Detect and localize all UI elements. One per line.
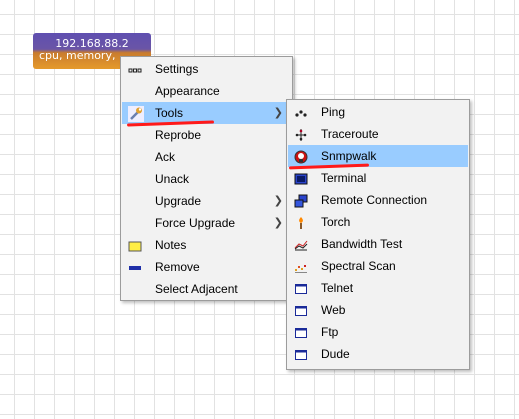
minus-icon <box>128 260 142 274</box>
submenu-item-ftp[interactable]: Ftp <box>288 321 468 343</box>
submenu-item-telnet[interactable]: Telnet <box>288 277 468 299</box>
submenu-item-label: Traceroute <box>321 127 379 141</box>
submenu-item-torch[interactable]: Torch <box>288 211 468 233</box>
menu-item-label: Notes <box>155 238 187 252</box>
menu-item-label: Upgrade <box>155 194 202 208</box>
submenu-item-ping[interactable]: Ping <box>288 101 468 123</box>
window-icon <box>294 281 308 295</box>
submenu-item-label: Ftp <box>321 325 339 339</box>
menu-item-settings[interactable]: Settings <box>122 58 291 80</box>
window-icon <box>294 325 308 339</box>
menu-item-label: Reprobe <box>155 128 202 142</box>
ping-icon <box>294 105 308 119</box>
menu-item-force-upgrade[interactable]: Force Upgrade ❯ <box>122 212 291 234</box>
menu-item-notes[interactable]: Notes <box>122 234 291 256</box>
submenu-item-web[interactable]: Web <box>288 299 468 321</box>
wrench-icon <box>128 106 144 122</box>
menu-item-unack[interactable]: Unack <box>122 168 291 190</box>
submenu-item-snmpwalk[interactable]: Snmpwalk <box>288 145 468 167</box>
submenu-item-label: Torch <box>321 215 351 229</box>
submenu-arrow-icon: ❯ <box>273 217 283 229</box>
menu-item-reprobe[interactable]: Reprobe <box>122 124 291 146</box>
menu-item-label: Unack <box>155 172 190 186</box>
dots-icon <box>128 62 142 76</box>
submenu-item-bandwidth-test[interactable]: Bandwidth Test <box>288 233 468 255</box>
window-icon <box>294 347 308 361</box>
menu-item-remove[interactable]: Remove <box>122 256 291 278</box>
window-icon <box>294 303 308 317</box>
submenu-item-remote-connection[interactable]: Remote Connection <box>288 189 468 211</box>
submenu-item-label: Spectral Scan <box>321 259 396 273</box>
submenu-item-spectral-scan[interactable]: Spectral Scan <box>288 255 468 277</box>
submenu-item-traceroute[interactable]: Traceroute <box>288 123 468 145</box>
spectral-scan-icon <box>294 259 308 273</box>
bandwidth-test-icon <box>294 237 308 251</box>
terminal-icon <box>294 171 308 185</box>
submenu-item-label: Dude <box>321 347 350 361</box>
submenu-item-label: Bandwidth Test <box>321 237 403 251</box>
submenu-item-label: Terminal <box>321 171 367 185</box>
menu-item-label: Ack <box>155 150 176 164</box>
menu-item-label: Appearance <box>155 84 220 98</box>
menu-item-label: Force Upgrade <box>155 216 236 230</box>
tools-submenu: Ping Traceroute Snmpwalk Terminal Remote… <box>286 99 470 370</box>
menu-item-label: Select Adjacent <box>155 282 238 296</box>
submenu-item-label: Remote Connection <box>321 193 428 207</box>
submenu-item-dude[interactable]: Dude <box>288 343 468 365</box>
torch-icon <box>294 215 308 229</box>
submenu-item-label: Telnet <box>321 281 354 295</box>
menu-item-upgrade[interactable]: Upgrade ❯ <box>122 190 291 212</box>
submenu-item-terminal[interactable]: Terminal <box>288 167 468 189</box>
submenu-item-label: Web <box>321 303 346 317</box>
submenu-arrow-icon: ❯ <box>273 195 283 207</box>
remote-connection-icon <box>294 193 308 208</box>
menu-item-select-adjacent[interactable]: Select Adjacent <box>122 278 291 300</box>
menu-item-appearance[interactable]: Appearance <box>122 80 291 102</box>
device-ip: 192.168.88.2 <box>55 37 129 50</box>
note-icon <box>128 238 142 252</box>
context-menu: Settings Appearance Tools ❯ Reprobe Ack … <box>120 56 293 301</box>
menu-item-label: Remove <box>155 260 200 274</box>
submenu-arrow-icon: ❯ <box>273 107 283 119</box>
traceroute-icon <box>294 127 308 141</box>
menu-item-label: Settings <box>155 62 199 76</box>
snmpwalk-icon <box>294 149 308 164</box>
submenu-item-label: Ping <box>321 105 346 119</box>
menu-item-ack[interactable]: Ack <box>122 146 291 168</box>
